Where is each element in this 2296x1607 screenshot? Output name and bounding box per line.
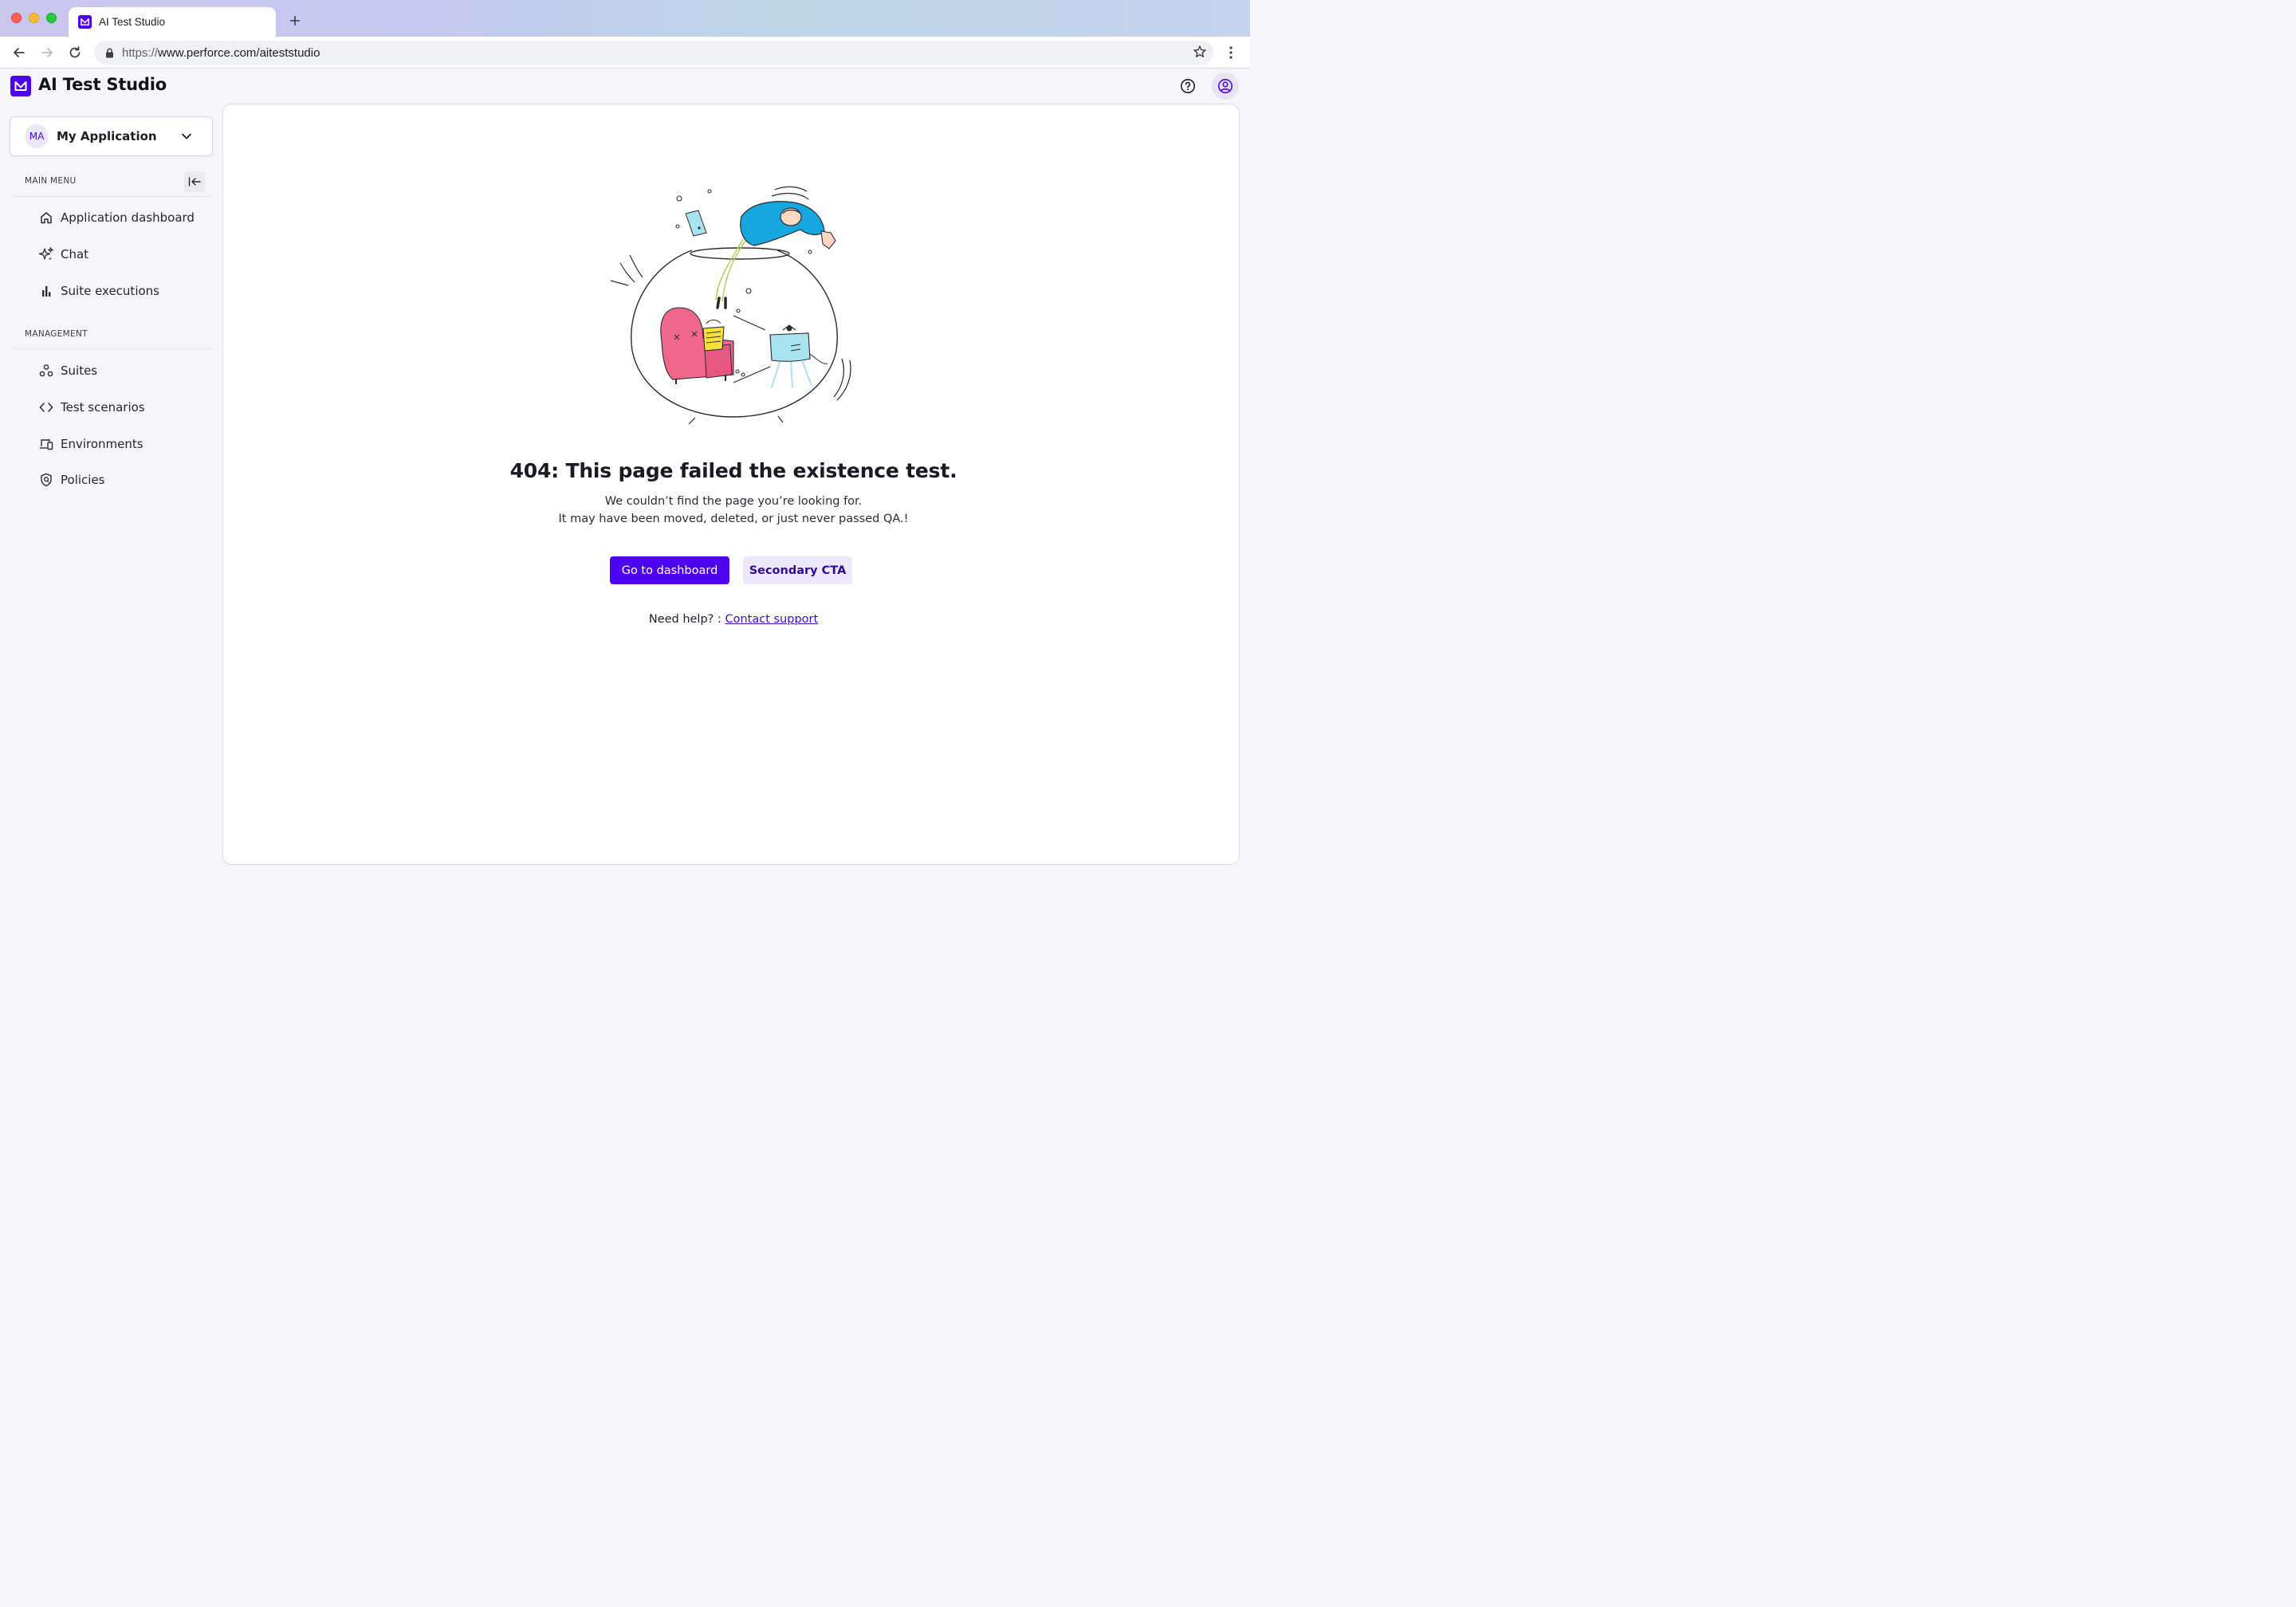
sidebar-item-label: Environments — [61, 437, 144, 451]
sidebar-item-label: Suite executions — [61, 284, 159, 298]
browser-tabstrip: AI Test Studio — [0, 0, 1250, 37]
shield-icon — [38, 472, 54, 488]
help-prefix: Need help? : — [648, 613, 725, 626]
sidebar-item-application-dashboard[interactable]: Application dashboard — [38, 206, 195, 230]
devices-icon — [38, 436, 54, 452]
collapse-sidebar-icon[interactable] — [184, 171, 205, 192]
sidebar-item-suite-executions[interactable]: Suite executions — [38, 279, 159, 303]
sidebar-item-label: Application dashboard — [61, 210, 195, 225]
application-selector[interactable]: MA My Application — [10, 116, 213, 156]
lock-icon — [105, 48, 114, 58]
suites-icon — [38, 363, 54, 379]
error-description-line-1: We couldn’t find the page you’re looking… — [604, 495, 863, 508]
chevron-down-icon — [182, 133, 191, 139]
application-avatar: MA — [25, 124, 49, 148]
new-tab-plus-icon[interactable] — [285, 11, 305, 30]
home-icon — [38, 210, 54, 226]
bookmark-star-icon[interactable] — [1193, 45, 1207, 59]
sidebar-item-label: Suites — [61, 363, 98, 378]
address-bar[interactable]: https://www.perforce.com/aiteststudio — [94, 41, 1213, 65]
sparkle-icon — [38, 246, 54, 262]
app-logo-icon[interactable] — [10, 76, 31, 96]
main-menu-heading: MAIN MENU — [25, 176, 77, 186]
browser-toolbar: https://www.perforce.com/aiteststudio — [0, 37, 1250, 69]
contact-support-link[interactable]: Contact support — [725, 613, 818, 626]
window-close-button[interactable] — [11, 13, 22, 23]
fishbowl-illustration — [606, 182, 861, 429]
help-icon[interactable] — [1177, 76, 1198, 96]
application-name: My Application — [57, 129, 157, 143]
code-icon — [38, 399, 54, 415]
management-heading: MANAGEMENT — [25, 329, 88, 339]
forward-arrow-icon[interactable] — [37, 43, 57, 62]
window-zoom-button[interactable] — [46, 13, 57, 23]
user-account-icon[interactable] — [1212, 73, 1239, 100]
divider — [13, 196, 212, 197]
favicon-icon — [78, 15, 92, 29]
sidebar-item-chat[interactable]: Chat — [38, 242, 88, 266]
error-description-line-2: It may have been moved, deleted, or just… — [558, 513, 909, 525]
browser-tab-active[interactable]: AI Test Studio — [69, 7, 276, 37]
sidebar-item-environments[interactable]: Environments — [38, 432, 144, 456]
browser-menu-icon[interactable] — [1225, 43, 1237, 62]
go-to-dashboard-button[interactable]: Go to dashboard — [610, 556, 729, 584]
sidebar-item-label: Chat — [61, 247, 89, 261]
secondary-cta-button[interactable]: Secondary CTA — [743, 556, 852, 584]
sidebar-item-policies[interactable]: Policies — [38, 468, 104, 492]
url-text: https://www.perforce.com/aiteststudio — [122, 45, 320, 60]
bar-chart-icon — [38, 283, 54, 299]
help-row: Need help? : Contact support — [454, 613, 1012, 626]
divider — [13, 348, 212, 349]
back-arrow-icon[interactable] — [10, 43, 29, 62]
error-title: 404: This page failed the existence test… — [509, 459, 957, 482]
tab-title: AI Test Studio — [99, 16, 166, 28]
sidebar-item-test-scenarios[interactable]: Test scenarios — [38, 395, 145, 419]
sidebar-item-label: Policies — [61, 473, 105, 487]
sidebar-item-suites[interactable]: Suites — [38, 359, 97, 383]
window-minimize-button[interactable] — [29, 13, 39, 23]
reload-icon[interactable] — [65, 43, 85, 62]
app-title: AI Test Studio — [38, 75, 167, 94]
sidebar-item-label: Test scenarios — [61, 400, 145, 415]
